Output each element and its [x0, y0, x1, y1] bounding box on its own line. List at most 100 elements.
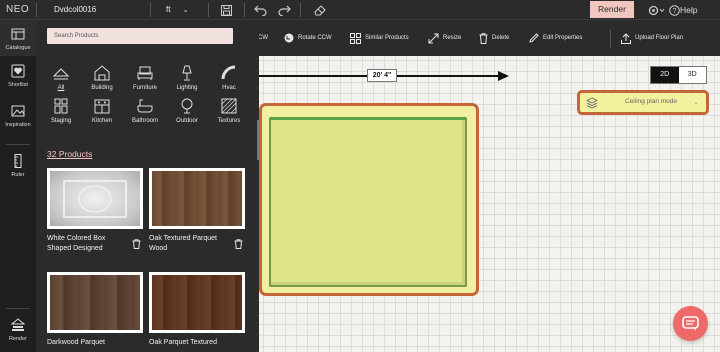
save-icon[interactable] [218, 2, 234, 18]
upload-floor-plan-label: Upload Floor Plan [635, 35, 684, 41]
similar-products-label: Similar Products [365, 35, 409, 41]
trash-icon [479, 32, 488, 44]
category-label: Lighting [176, 85, 198, 91]
trash-icon[interactable] [234, 239, 243, 249]
category-lighting[interactable]: Lighting [166, 64, 208, 91]
arrow-right-icon [498, 71, 509, 81]
heart-icon [11, 64, 25, 78]
product-card[interactable]: Darkwood Parquet [47, 272, 143, 348]
category-bathroom[interactable]: Bathroom [124, 97, 166, 124]
room-object[interactable] [269, 117, 467, 287]
catalogue-icon [11, 28, 25, 40]
divider [208, 3, 209, 17]
project-name[interactable]: Dvdcol0016 [54, 0, 96, 20]
category-building[interactable]: Building [81, 64, 123, 91]
product-image [152, 171, 242, 226]
product-image [50, 171, 140, 226]
category-textures[interactable]: Textures [208, 97, 250, 124]
settings-icon[interactable] [646, 2, 668, 18]
app-logo: NEO [6, 4, 30, 15]
product-thumbnail[interactable] [47, 168, 143, 229]
top-bar: NEO Dvdcol0016 ft ⌄ Render ? Help [0, 0, 720, 20]
edit-properties-button[interactable]: Edit Properties [529, 20, 582, 56]
undo-icon[interactable] [252, 2, 268, 18]
rail-item-shortlist[interactable]: Shortlist [0, 64, 36, 88]
edit-properties-label: Edit Properties [543, 35, 583, 41]
staging-icon [54, 98, 68, 114]
product-thumbnail[interactable] [149, 168, 245, 229]
rail-label: Catalogue [5, 45, 31, 51]
pencil-icon [529, 33, 539, 43]
ceiling-mode-label: Ceiling plan mode [625, 98, 678, 105]
building-icon [94, 65, 110, 81]
render-button[interactable]: Render [590, 1, 634, 18]
similar-products-button[interactable]: Similar Products [350, 20, 409, 56]
divider [610, 30, 611, 48]
resize-button[interactable]: Resize [428, 20, 461, 56]
category-label: Furniture [132, 85, 157, 91]
rail-label: Inspiration [5, 122, 31, 128]
trash-icon[interactable] [132, 239, 141, 249]
product-panel: Search Products All Building Furniture L… [36, 20, 259, 352]
image-icon [11, 105, 25, 117]
hvac-icon [221, 65, 236, 80]
category-label: Building [91, 85, 113, 91]
search-input[interactable]: Search Products [47, 28, 233, 44]
product-thumbnail[interactable] [47, 272, 143, 333]
divider [150, 3, 151, 17]
unit-value: ft [166, 5, 171, 14]
eraser-icon[interactable] [312, 2, 328, 18]
delete-button[interactable]: Delete [479, 20, 509, 56]
rail-item-catalogue[interactable]: Catalogue [0, 20, 36, 56]
kitchen-icon [94, 99, 110, 114]
help-link[interactable]: Help [680, 0, 697, 20]
category-label: All [57, 85, 65, 91]
textures-icon [221, 98, 237, 114]
category-hvac[interactable]: Hvac [208, 64, 250, 91]
left-rail: Catalogue Shortlist Inspiration Ruler Re… [0, 20, 36, 352]
divider [300, 3, 301, 17]
category-all[interactable]: All [40, 64, 82, 91]
products-count[interactable]: 32 Products [47, 149, 92, 159]
view-2d-button[interactable]: 2D [651, 67, 679, 83]
view-toggle: 2D 3D [650, 66, 707, 84]
furniture-icon [137, 66, 153, 80]
product-thumbnail[interactable] [149, 272, 245, 333]
unit-select[interactable]: ft ⌄ [166, 0, 189, 21]
chevron-down-icon: ⌄ [182, 7, 189, 14]
ceiling-mode-dropdown[interactable]: Ceiling plan mode ⌄ [577, 90, 709, 115]
chevron-down-icon: ⌄ [693, 99, 699, 106]
redo-icon[interactable] [276, 2, 292, 18]
rotate-cw-button[interactable]: CW [258, 20, 268, 56]
category-furniture[interactable]: Furniture [124, 64, 166, 91]
upload-floor-plan-button[interactable]: Upload Floor Plan [621, 20, 683, 56]
product-card[interactable]: Oak Textured Parquet Wood [149, 168, 245, 254]
rotate-cw-label: CW [258, 35, 268, 41]
view-3d-button[interactable]: 3D [679, 67, 707, 83]
product-card[interactable]: Oak Parquet Textured [149, 272, 245, 348]
svg-text:?: ? [672, 8, 676, 15]
outdoor-icon [181, 98, 193, 114]
bathroom-icon [137, 99, 153, 113]
product-name: Darkwood Parquet [47, 339, 105, 346]
rail-item-render[interactable]: Render [0, 318, 36, 342]
grid-icon [350, 32, 361, 44]
rail-item-ruler[interactable]: Ruler [0, 154, 36, 178]
upload-icon [621, 32, 631, 44]
category-staging[interactable]: Staging [40, 97, 82, 124]
product-card[interactable]: White Colored Box Shaped Designed [47, 168, 143, 254]
product-name: White Colored Box Shaped Designed [47, 235, 106, 252]
resize-label: Resize [443, 35, 462, 41]
category-label: Textures [217, 118, 241, 124]
chat-button[interactable] [673, 306, 708, 341]
dimension-label: 20' 4" [367, 69, 397, 82]
rail-item-inspiration[interactable]: Inspiration [0, 104, 36, 128]
resize-icon [428, 33, 439, 43]
chat-icon [682, 316, 699, 331]
rotate-ccw-button[interactable]: Rotate CCW [284, 20, 332, 56]
category-outdoor[interactable]: Outdoor [166, 97, 208, 124]
category-kitchen[interactable]: Kitchen [81, 97, 123, 124]
product-image [152, 275, 242, 330]
divider [36, 3, 37, 17]
divider [244, 3, 245, 17]
